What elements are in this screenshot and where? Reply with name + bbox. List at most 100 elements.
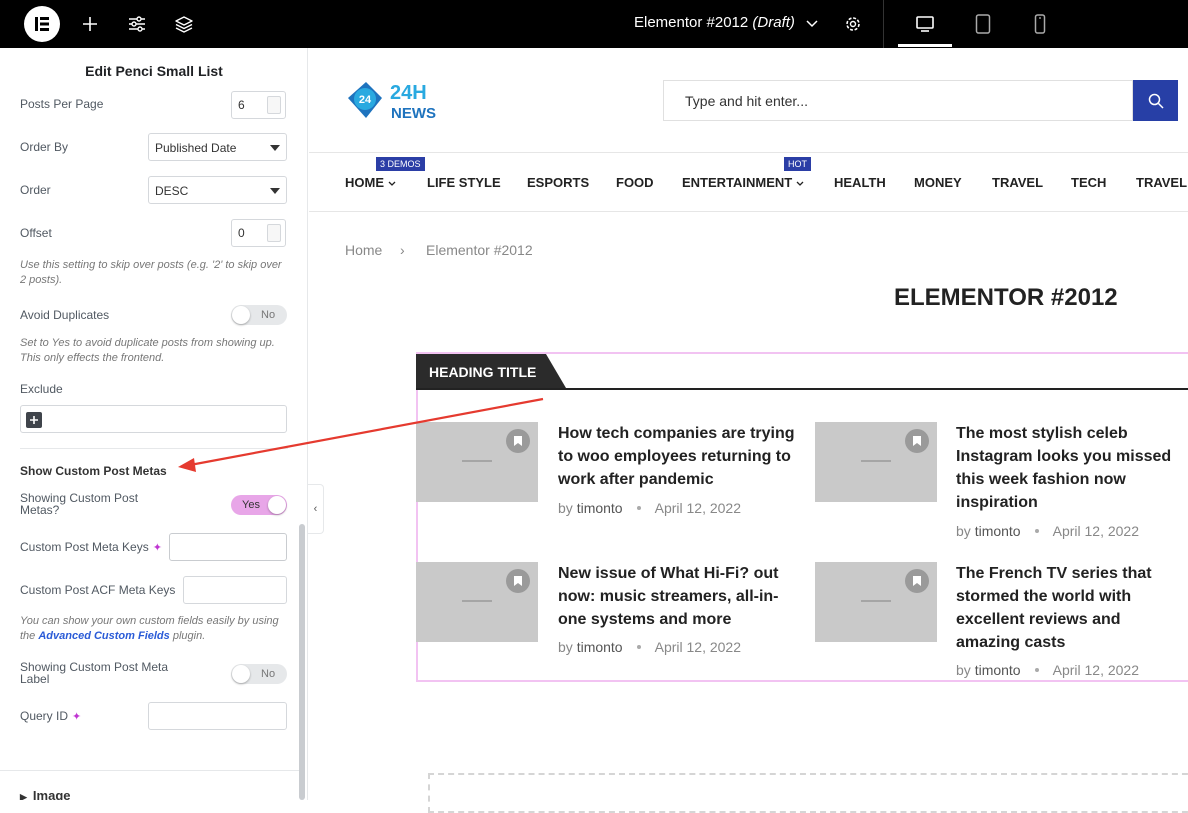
- offset-input[interactable]: 0: [231, 219, 286, 247]
- nav-label: HOME: [345, 175, 384, 190]
- caret-down-icon: [270, 145, 280, 151]
- empty-drop-section[interactable]: [428, 773, 1188, 813]
- bookmark-icon[interactable]: [506, 429, 530, 453]
- stepper-icon[interactable]: [267, 96, 281, 114]
- post-thumbnail[interactable]: [416, 562, 538, 642]
- site-search-input[interactable]: Type and hit enter...: [663, 80, 1133, 121]
- posts-per-page-input[interactable]: 6: [231, 91, 286, 119]
- acf-keys-input[interactable]: [183, 576, 287, 604]
- meta-keys-input[interactable]: [169, 533, 287, 561]
- image-section-header[interactable]: ▶ Image: [20, 788, 71, 800]
- query-id-input[interactable]: [148, 702, 287, 730]
- post-title[interactable]: The most stylish celeb Instagram looks y…: [956, 422, 1182, 514]
- avoid-duplicates-toggle[interactable]: No: [231, 305, 287, 325]
- section-title[interactable]: Show Custom Post Metas: [20, 464, 167, 478]
- sliders-icon[interactable]: [125, 12, 149, 36]
- acf-help: You can show your own custom fields easi…: [20, 614, 290, 644]
- post-thumbnail[interactable]: [815, 422, 937, 502]
- post-title[interactable]: New issue of What Hi-Fi? out now: music …: [558, 562, 783, 631]
- acf-link[interactable]: Advanced Custom Fields: [38, 630, 169, 642]
- avoid-duplicates-label: Avoid Duplicates: [20, 308, 110, 322]
- post-thumbnail[interactable]: [416, 422, 538, 502]
- logo-text-bottom: NEWS: [391, 105, 436, 122]
- nav-item-health[interactable]: HEALTH: [834, 175, 886, 190]
- nav-item-money[interactable]: MONEY: [914, 175, 962, 190]
- meta-dot: [636, 644, 641, 649]
- image-section-label: Image: [32, 788, 71, 800]
- meta-keys-text: Custom Post Meta Keys: [20, 540, 149, 554]
- toggle-text: No: [261, 668, 276, 680]
- nav-badge: 3 DEMOS: [376, 157, 425, 171]
- post-date: April 12, 2022: [654, 639, 742, 655]
- caret-down-icon: [270, 188, 280, 194]
- order-by-select[interactable]: Published Date: [148, 133, 287, 161]
- nav-item-entertainment[interactable]: ENTERTAINMENT: [682, 175, 804, 190]
- post-date: April 12, 2022: [654, 500, 742, 516]
- meta-label-toggle[interactable]: No: [231, 664, 287, 684]
- nav-item-travel-2[interactable]: TRAVEL: [1136, 175, 1187, 190]
- plus-icon[interactable]: [78, 12, 102, 36]
- section-divider: [20, 448, 288, 449]
- bookmark-icon[interactable]: [905, 429, 929, 453]
- toggle-knob: [232, 665, 250, 683]
- gear-icon[interactable]: [841, 12, 865, 36]
- toggle-knob: [232, 306, 250, 324]
- editor-topbar: Elementor #2012 (Draft): [0, 0, 1188, 48]
- offset-label: Offset: [20, 226, 52, 240]
- offset-help: Use this setting to skip over posts (e.g…: [20, 259, 282, 286]
- chevron-down-icon[interactable]: [800, 12, 824, 36]
- chevron-left-icon: ‹: [313, 503, 318, 515]
- order-by-value: Published Date: [155, 141, 237, 155]
- breadcrumb-separator: ›: [400, 242, 405, 258]
- desktop-icon[interactable]: [913, 12, 937, 36]
- post-title[interactable]: The French TV series that stormed the wo…: [956, 562, 1186, 654]
- document-name: Elementor #2012: [634, 14, 749, 31]
- sparkle-icon[interactable]: ✦: [153, 542, 162, 554]
- nav-item-life-style[interactable]: LIFE STYLE: [427, 175, 501, 190]
- document-title[interactable]: Elementor #2012 (Draft): [634, 14, 795, 31]
- placeholder-mark: [861, 460, 891, 462]
- nav-item-tech[interactable]: TECH: [1071, 175, 1106, 190]
- by-label: by: [956, 523, 971, 539]
- nav-item-food[interactable]: FOOD: [616, 175, 654, 190]
- by-label: by: [558, 500, 573, 516]
- logo-text-top: 24H: [390, 82, 427, 104]
- post-thumbnail[interactable]: [815, 562, 937, 642]
- sparkle-icon[interactable]: ✦: [72, 711, 81, 723]
- nav-item-esports[interactable]: ESPORTS: [527, 175, 589, 190]
- nav-item-home[interactable]: HOME: [345, 175, 396, 190]
- meta-dot: [1034, 528, 1039, 533]
- query-id-label: Query ID ✦: [20, 709, 81, 723]
- post-author[interactable]: timonto: [975, 662, 1021, 678]
- posts-per-page-value: 6: [238, 98, 245, 112]
- search-placeholder: Type and hit enter...: [685, 93, 808, 109]
- mobile-icon[interactable]: [1028, 12, 1052, 36]
- meta-keys-label: Custom Post Meta Keys ✦: [20, 540, 162, 554]
- elementor-logo-icon[interactable]: [24, 6, 60, 42]
- stepper-icon[interactable]: [267, 224, 281, 242]
- nav-item-travel[interactable]: TRAVEL: [992, 175, 1043, 190]
- add-icon[interactable]: [26, 412, 42, 428]
- layers-icon[interactable]: [172, 12, 196, 36]
- post-title[interactable]: How tech companies are trying to woo emp…: [558, 422, 796, 491]
- toggle-knob: [268, 496, 286, 514]
- by-label: by: [558, 639, 573, 655]
- breadcrumb-home[interactable]: Home: [345, 242, 382, 258]
- site-logo[interactable]: 24 24H NEWS: [344, 76, 454, 126]
- search-button[interactable]: [1133, 80, 1178, 121]
- post-author[interactable]: timonto: [577, 500, 623, 516]
- exclude-field[interactable]: [20, 405, 287, 433]
- heading-title: HEADING TITLE: [416, 354, 546, 388]
- bookmark-icon[interactable]: [905, 569, 929, 593]
- order-select[interactable]: DESC: [148, 176, 287, 204]
- post-author[interactable]: timonto: [975, 523, 1021, 539]
- nav-badge: HOT: [784, 157, 811, 171]
- panel-scrollbar[interactable]: [299, 524, 305, 800]
- collapse-panel-button[interactable]: ‹: [308, 484, 324, 534]
- heading-decoration: [546, 354, 566, 388]
- acf-help-end: plugin.: [172, 630, 206, 642]
- tablet-icon[interactable]: [971, 12, 995, 36]
- showing-custom-toggle[interactable]: Yes: [231, 495, 287, 515]
- bookmark-icon[interactable]: [506, 569, 530, 593]
- post-author[interactable]: timonto: [577, 639, 623, 655]
